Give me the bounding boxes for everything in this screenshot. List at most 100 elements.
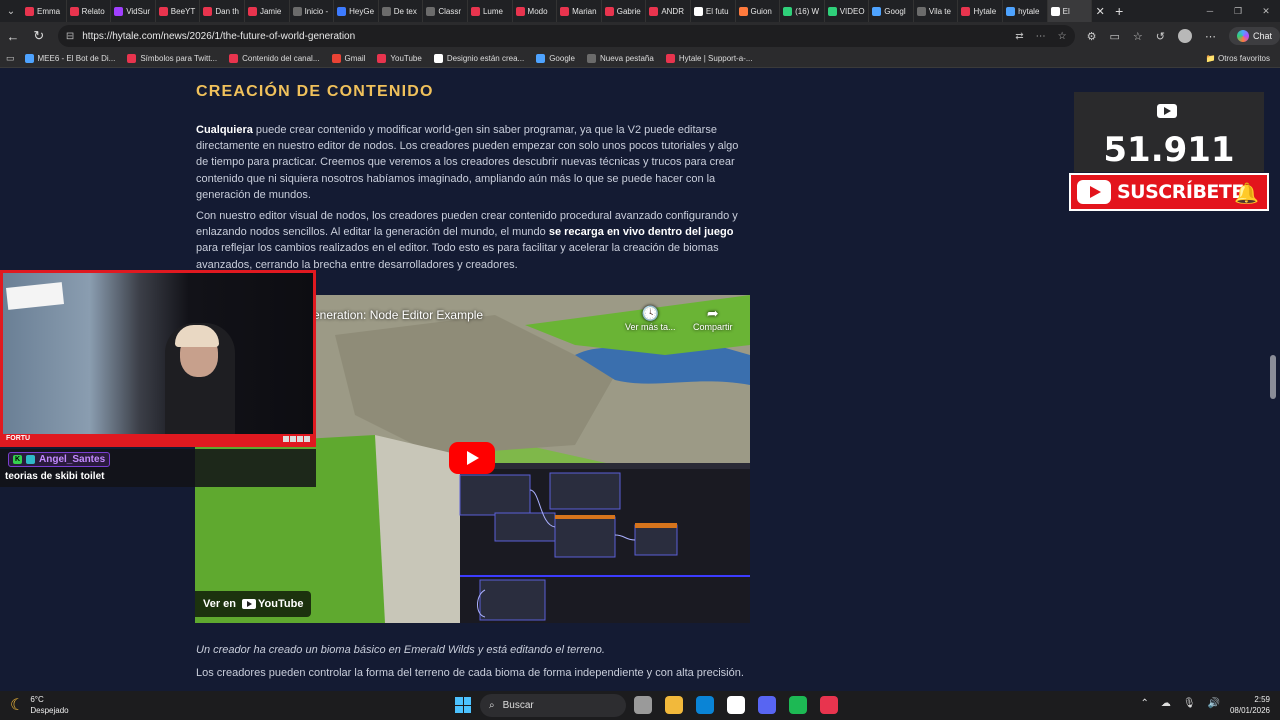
bookmark-item[interactable]: Contenido del canal...: [229, 54, 320, 63]
taskbar-app-icon[interactable]: [665, 696, 683, 714]
tab-favicon-icon: [649, 6, 659, 16]
browser-tab[interactable]: Guion: [736, 0, 781, 22]
browser-tab[interactable]: hytale: [1003, 0, 1048, 22]
watch-on-youtube-button[interactable]: Ver en YouTube: [195, 591, 312, 617]
taskbar-app-icon[interactable]: [820, 696, 838, 714]
browser-tab[interactable]: Classr: [423, 0, 468, 22]
taskbar-search[interactable]: ⌕ Buscar: [480, 694, 626, 717]
profile-avatar[interactable]: [1178, 29, 1192, 43]
other-favorites[interactable]: 📁 Otros favoritos: [1206, 54, 1270, 63]
browser-tab[interactable]: Hytale: [958, 0, 1004, 22]
browser-tab[interactable]: ANDR: [646, 0, 691, 22]
tab-favicon-icon: [292, 6, 302, 16]
translate-icon[interactable]: ⇄: [1015, 31, 1023, 42]
onedrive-icon[interactable]: ☁: [1161, 698, 1171, 709]
more-page-icon[interactable]: ⋯: [1036, 31, 1046, 42]
tab-actions-menu-icon[interactable]: ⌄: [0, 0, 22, 22]
refresh-icon[interactable]: ↻: [26, 28, 52, 44]
split-screen-icon[interactable]: ▭: [1110, 30, 1120, 43]
volume-icon[interactable]: 🔊: [1208, 698, 1220, 709]
browser-tab[interactable]: Lume: [468, 0, 513, 22]
bookmark-item[interactable]: MEE6 - El Bot de Di...: [24, 54, 115, 63]
browser-tab[interactable]: Emma: [22, 0, 67, 22]
maximize-icon[interactable]: ❐: [1224, 0, 1252, 22]
watch-later-button[interactable]: 🕓 Ver más ta...: [625, 305, 676, 332]
tab-favicon-icon: [470, 6, 480, 16]
taskbar-app-icon[interactable]: [758, 696, 776, 714]
new-tab-icon[interactable]: +: [1108, 3, 1130, 19]
paragraph-3: Los creadores pueden controlar la forma …: [196, 667, 744, 679]
play-button[interactable]: [449, 442, 495, 474]
tab-favicon-icon: [69, 6, 79, 16]
history-icon[interactable]: ↺: [1156, 30, 1165, 43]
favorite-star-icon[interactable]: ☆: [1058, 31, 1067, 42]
taskbar-app-icon[interactable]: [789, 696, 807, 714]
bookmark-item[interactable]: Hytale | Support-a-...: [665, 54, 753, 63]
scrollbar-thumb[interactable]: [1270, 355, 1276, 399]
youtube-icon: [1157, 104, 1177, 118]
page-scrollbar[interactable]: [1270, 73, 1276, 683]
minimize-icon[interactable]: ─: [1196, 0, 1224, 22]
tab-label: Vila te: [928, 6, 951, 16]
browser-tab[interactable]: Gabrie: [602, 0, 647, 22]
browser-tab[interactable]: Relato: [67, 0, 112, 22]
bookmark-item[interactable]: YouTube: [377, 54, 422, 63]
browser-tab[interactable]: Vila te: [914, 0, 959, 22]
tab-label: Inicio -: [304, 6, 329, 16]
start-button[interactable]: [455, 697, 471, 713]
taskbar-app-icon[interactable]: [634, 696, 652, 714]
tab-favicon-icon: [337, 6, 347, 16]
tab-label: Lume: [482, 6, 503, 16]
browser-tab[interactable]: VidSur: [111, 0, 156, 22]
browser-tab[interactable]: Inicio -: [290, 0, 335, 22]
back-icon[interactable]: ←: [0, 29, 26, 44]
paragraph-1: Cualquiera puede crear contenido y modif…: [196, 124, 739, 201]
site-info-icon[interactable]: ⊟: [66, 31, 74, 42]
paragraph-2: Con nuestro editor visual de nodos, los …: [196, 210, 738, 271]
taskbar-app-icon[interactable]: [727, 696, 745, 714]
tab-favicon-icon: [247, 6, 257, 16]
browser-tab[interactable]: BeeYT: [156, 0, 201, 22]
reading-list-icon[interactable]: ▭: [6, 53, 15, 64]
clock[interactable]: 2:59 08/01/2026: [1230, 694, 1270, 716]
close-window-icon[interactable]: ✕: [1252, 0, 1280, 22]
bookmark-item[interactable]: Gmail: [331, 54, 365, 63]
bookmark-item[interactable]: Símbolos para Twitt...: [127, 54, 217, 63]
browser-tab[interactable]: El: [1047, 0, 1093, 22]
tab-label: El: [1062, 6, 1070, 16]
settings-menu-icon[interactable]: ⋯: [1205, 30, 1216, 43]
bookmarks-bar: ▭ MEE6 - El Bot de Di... Símbolos para Tw…: [0, 50, 1280, 68]
favorites-icon[interactable]: ☆: [1133, 30, 1143, 43]
browser-tab[interactable]: Googl: [869, 0, 914, 22]
extensions-icon[interactable]: ⚙: [1087, 30, 1097, 43]
browser-tab[interactable]: Modo: [513, 0, 558, 22]
bookmark-list: MEE6 - El Bot de Di... Símbolos para Twit…: [24, 54, 753, 63]
tab-strip: ⌄ Emma Relato VidSur BeeYT Dan th Jamie Inicio…: [0, 0, 1280, 22]
tab-list: Emma Relato VidSur BeeYT Dan th Jamie Inicio -…: [22, 0, 1093, 22]
browser-tab[interactable]: (16) W: [780, 0, 825, 22]
browser-tab[interactable]: El futu: [691, 0, 736, 22]
bookmark-item[interactable]: Google: [536, 54, 575, 63]
browser-tab[interactable]: Jamie: [245, 0, 290, 22]
tab-label: VIDEO: [839, 6, 865, 16]
section-heading: CREACIÓN DE CONTENIDO: [196, 83, 434, 100]
bookmark-item[interactable]: Nueva pestaña: [587, 54, 654, 63]
kick-badge-icon: K: [13, 455, 22, 464]
tab-favicon-icon: [872, 6, 882, 16]
browser-tab[interactable]: Marian: [557, 0, 602, 22]
browser-tab[interactable]: VIDEO: [825, 0, 870, 22]
taskbar-app-icon[interactable]: [696, 696, 714, 714]
copilot-chat-button[interactable]: Chat: [1229, 27, 1280, 45]
close-tab-icon[interactable]: ✕: [1092, 5, 1108, 18]
url-field[interactable]: ⊟ https://hytale.com/news/2026/1/the-fut…: [57, 25, 1075, 47]
taskbar-apps: [634, 696, 838, 714]
browser-tab[interactable]: HeyGe: [334, 0, 379, 22]
browser-tab[interactable]: Dan th: [200, 0, 245, 22]
show-hidden-icons-icon[interactable]: ⌃: [1140, 698, 1148, 709]
bookmark-item[interactable]: Designio están crea...: [433, 54, 524, 63]
share-button[interactable]: ➦ Compartir: [693, 305, 733, 332]
browser-tab[interactable]: De tex: [379, 0, 424, 22]
weather-widget[interactable]: ☾ 6°C Despejado: [10, 694, 69, 716]
microphone-icon[interactable]: 🎙: [1183, 698, 1196, 709]
bookmark-favicon-icon: [24, 54, 34, 63]
